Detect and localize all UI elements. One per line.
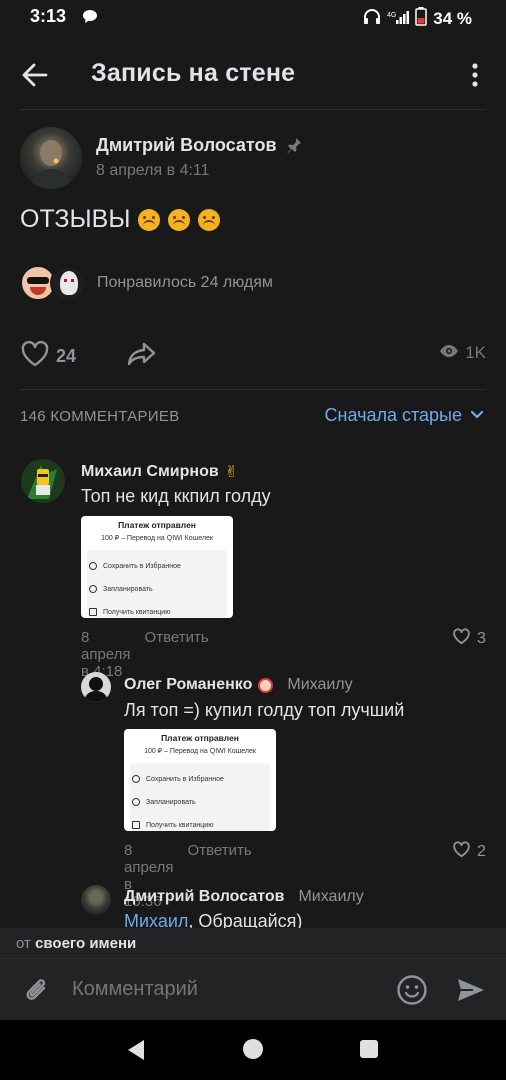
comment-attachment-image[interactable]: Платеж отправлен 100 ₽ – Перевод на QIWI… bbox=[81, 516, 233, 618]
document-icon bbox=[132, 821, 140, 829]
receipt-row: Сохранить в Избранное bbox=[132, 769, 268, 789]
paperclip-icon[interactable] bbox=[22, 975, 52, 1012]
clown-face-icon bbox=[258, 677, 274, 693]
reply-to-label[interactable]: Михаилу bbox=[298, 888, 363, 906]
comment-input[interactable] bbox=[72, 978, 372, 1001]
author-avatar[interactable] bbox=[20, 127, 82, 189]
battery-icon bbox=[415, 7, 427, 31]
views-counter: 1K bbox=[439, 343, 486, 363]
post-actions: 24 1K bbox=[0, 335, 506, 375]
comment-composer bbox=[0, 958, 506, 1020]
reply-to-label[interactable]: Михаилу bbox=[287, 676, 352, 694]
clock-icon bbox=[89, 585, 97, 593]
top-bar: Запись на стене bbox=[0, 44, 506, 106]
document-icon bbox=[89, 608, 97, 616]
headset-icon bbox=[363, 8, 381, 31]
nav-back-icon[interactable] bbox=[126, 1039, 146, 1066]
comment-text: Михаил, Обращайся) bbox=[124, 911, 302, 928]
receipt-subtitle: 100 ₽ – Перевод на QIWI Кошелек bbox=[101, 535, 213, 542]
liker-avatar bbox=[50, 265, 86, 301]
pin-icon bbox=[286, 137, 302, 158]
clock-icon bbox=[132, 798, 140, 806]
comment-date: 8 апреля в 4:18 bbox=[81, 629, 131, 680]
upside-down-face-icon bbox=[168, 208, 191, 231]
commenter-name[interactable]: Михаил Смирнов ✌ bbox=[81, 462, 238, 482]
system-navigation-bar bbox=[0, 1020, 506, 1080]
comment-text: Ля топ =) купил голду топ лучший bbox=[124, 700, 405, 720]
eye-icon bbox=[439, 344, 459, 363]
post-text: ОТЗЫВЫ bbox=[20, 205, 131, 233]
like-count: 24 bbox=[56, 346, 77, 366]
back-arrow-icon[interactable] bbox=[18, 60, 52, 90]
emoji-smile-icon[interactable] bbox=[396, 974, 428, 1011]
actions-divider bbox=[20, 389, 486, 390]
header-divider bbox=[20, 109, 486, 110]
comment-text: Топ не кид ккпил голду bbox=[81, 486, 271, 506]
heart-icon bbox=[452, 628, 471, 650]
status-icons: 4G 34 % bbox=[363, 7, 472, 31]
share-icon[interactable] bbox=[126, 340, 158, 373]
likers-avatars[interactable] bbox=[20, 265, 90, 303]
status-bar: 3:13 4G 34 % bbox=[0, 0, 506, 34]
comment-like-count: 2 bbox=[477, 843, 486, 860]
post-author-name[interactable]: Дмитрий Волосатов bbox=[96, 135, 277, 156]
upside-down-face-icon bbox=[138, 208, 161, 231]
nav-recents-icon[interactable] bbox=[360, 1040, 378, 1058]
page-title: Запись на стене bbox=[91, 59, 296, 87]
receipt-row: Запланировать bbox=[132, 792, 268, 812]
receipt-row: Сохранить в Избранное bbox=[89, 556, 225, 576]
star-icon bbox=[132, 775, 140, 783]
chevron-down-icon bbox=[470, 407, 484, 425]
reply-button[interactable]: Ответить bbox=[145, 629, 209, 680]
views-count: 1K bbox=[465, 343, 486, 362]
message-notification-icon bbox=[82, 9, 98, 29]
more-options-icon[interactable] bbox=[464, 62, 486, 88]
commenter-name[interactable]: Дмитрий Волосатов Михаилу bbox=[124, 888, 364, 906]
victory-hand-icon: ✌ bbox=[224, 464, 239, 481]
send-icon[interactable] bbox=[456, 976, 486, 1009]
heart-icon bbox=[20, 340, 50, 373]
receipt-row: Получить квитанцию bbox=[132, 815, 268, 831]
like-button[interactable]: 24 bbox=[20, 340, 76, 373]
sort-label: Сначала старые bbox=[324, 405, 462, 425]
receipt-row: Получить квитанцию bbox=[89, 602, 225, 618]
commenter-avatar[interactable] bbox=[81, 885, 111, 915]
comment-attachment-image[interactable]: Платеж отправлен 100 ₽ – Перевод на QIWI… bbox=[124, 729, 276, 831]
post-body: ОТЗЫВЫ bbox=[20, 205, 221, 234]
signal-icon: 4G bbox=[387, 9, 410, 30]
post-as-label: от своего имени bbox=[16, 935, 137, 952]
comment-like-count: 3 bbox=[477, 630, 486, 647]
post-as-value: своего имени bbox=[35, 935, 137, 952]
svg-text:4G: 4G bbox=[387, 12, 396, 19]
comment-like-button[interactable]: 3 bbox=[452, 628, 486, 650]
sort-dropdown[interactable]: Сначала старые bbox=[325, 405, 484, 426]
receipt-subtitle: 100 ₽ – Перевод на QIWI Кошелек bbox=[144, 748, 256, 755]
commenter-avatar[interactable] bbox=[21, 459, 65, 503]
mention-link[interactable]: Михаил bbox=[124, 911, 188, 928]
commenter-avatar[interactable] bbox=[81, 672, 111, 702]
post-as-selector[interactable]: от своего имени bbox=[0, 928, 506, 958]
receipt-title: Платеж отправлен bbox=[118, 520, 196, 530]
battery-percent: 34 % bbox=[433, 9, 472, 28]
commenter-name[interactable]: Олег Романенко Михаилу bbox=[124, 676, 353, 694]
likes-summary[interactable]: Понравилось 24 людям bbox=[97, 274, 273, 292]
comment-like-button[interactable]: 2 bbox=[452, 841, 486, 863]
nav-home-icon[interactable] bbox=[243, 1039, 263, 1059]
star-icon bbox=[89, 562, 97, 570]
heart-icon bbox=[452, 841, 471, 863]
comments-count: 146 КОММЕНТАРИЕВ bbox=[20, 408, 180, 425]
post-date: 8 апреля в 4:11 bbox=[96, 162, 210, 179]
upside-down-face-icon bbox=[198, 208, 221, 231]
status-time: 3:13 bbox=[30, 6, 67, 26]
receipt-row: Запланировать bbox=[89, 579, 225, 599]
receipt-title: Платеж отправлен bbox=[161, 733, 239, 743]
